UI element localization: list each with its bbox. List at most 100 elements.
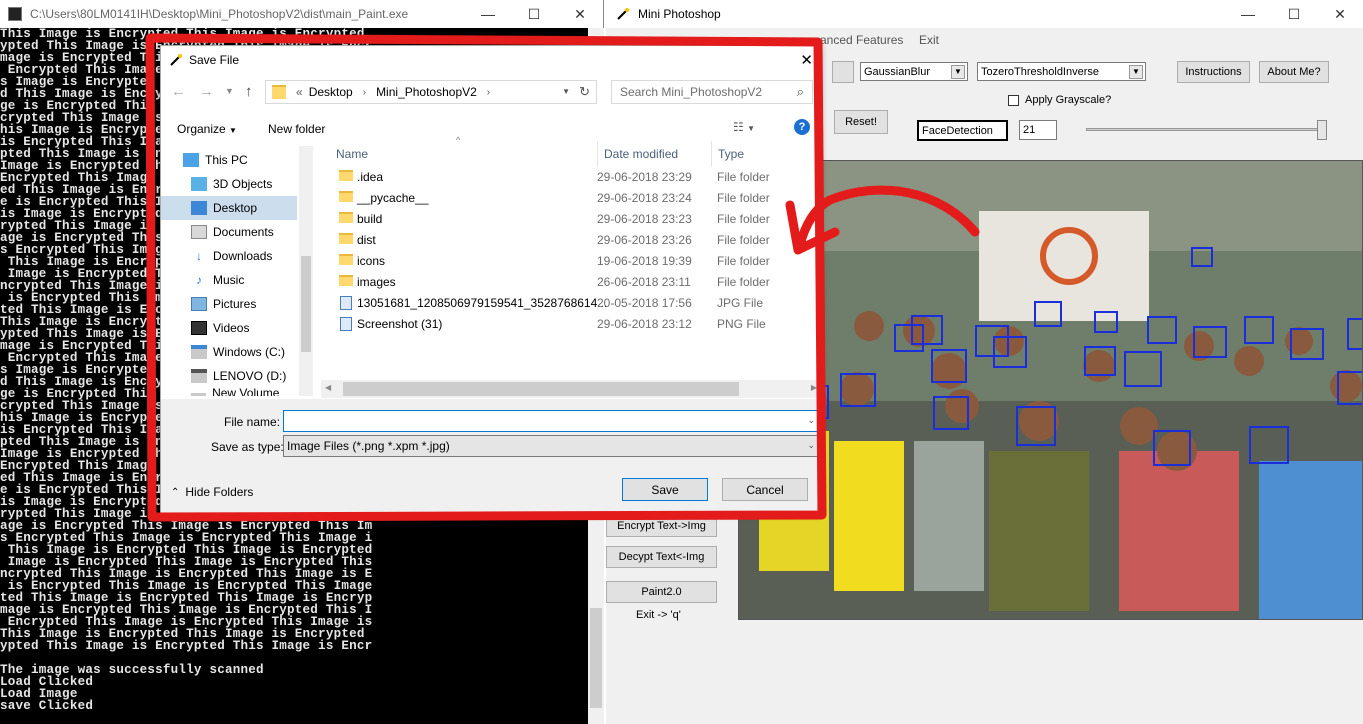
file-row[interactable]: build 29-06-2018 23:23 File folder	[321, 209, 821, 230]
view-options-icon[interactable]: ☷ ▼	[733, 120, 755, 134]
address-bar[interactable]: « Desktop › Mini_PhotoshopV2 › ▼ ↻	[265, 80, 597, 104]
menu-exit[interactable]: Exit	[919, 33, 939, 47]
forward-arrow-icon[interactable]: →	[199, 83, 214, 100]
organize-button[interactable]: Organize ▼	[177, 122, 237, 136]
save-type-value: Image Files (*.png *.xpm *.jpg)	[287, 439, 450, 453]
nav-desktop[interactable]: Desktop	[161, 196, 297, 220]
threshold-select[interactable]: TozeroThresholdInverse ▼	[977, 62, 1146, 81]
close-icon[interactable]: ✕	[557, 0, 603, 28]
file-name: build	[357, 212, 383, 226]
file-row[interactable]: 13051681_1208506979159541_3528768614... 2…	[321, 293, 821, 314]
threshold-slider[interactable]	[1086, 128, 1326, 131]
close-icon[interactable]: ✕	[800, 51, 813, 69]
encrypt-button[interactable]: Encrypt Text->Img	[606, 515, 717, 537]
chevron-down-icon[interactable]: ⌄	[807, 415, 815, 426]
save-button[interactable]: Save	[622, 478, 708, 501]
scroll-thumb[interactable]	[590, 608, 602, 708]
scroll-thumb[interactable]	[343, 382, 739, 396]
file-row[interactable]: icons 19-06-2018 19:39 File folder	[321, 251, 821, 272]
hide-folders-toggle[interactable]: ⌃ Hide Folders	[171, 485, 253, 499]
reset-button[interactable]: Reset!	[834, 110, 888, 134]
instructions-button[interactable]: Instructions	[1177, 61, 1250, 83]
console-line: ypted This Image is Encrypted This Image…	[0, 639, 373, 653]
threshold-select-value: TozeroThresholdInverse	[981, 65, 1100, 78]
file-row[interactable]: __pycache__ 29-06-2018 23:24 File folder	[321, 188, 821, 209]
grayscale-checkbox-row[interactable]: Apply Grayscale?	[1008, 94, 1111, 106]
nav-3d-objects[interactable]: 3D Objects	[161, 172, 297, 196]
column-type[interactable]: Type	[711, 141, 744, 167]
filelist-scrollbar[interactable]: ◀ ▶	[321, 380, 821, 398]
refresh-icon[interactable]: ↻	[579, 84, 590, 100]
file-row[interactable]: .idea 29-06-2018 23:29 File folder	[321, 167, 821, 188]
scroll-left-icon[interactable]: ◀	[325, 383, 331, 392]
minimize-icon[interactable]: —	[1225, 0, 1271, 28]
chevron-down-icon[interactable]: ▼	[225, 86, 234, 96]
help-icon[interactable]: ?	[794, 119, 810, 135]
new-folder-button[interactable]: New folder	[268, 122, 325, 136]
file-type: File folder	[717, 212, 770, 226]
paint-button[interactable]: Paint2.0	[606, 581, 717, 603]
maximize-icon[interactable]: ☐	[511, 0, 557, 28]
chevron-right-icon: ›	[486, 86, 491, 98]
cancel-button[interactable]: Cancel	[722, 478, 808, 501]
grayscale-checkbox[interactable]	[1008, 94, 1019, 106]
nav-windows-c[interactable]: Windows (C:)	[161, 340, 297, 364]
file-date: 19-06-2018 19:39	[597, 254, 692, 268]
face-box	[1191, 247, 1213, 267]
nav-label: Windows (C:)	[213, 345, 286, 359]
nav-new-volume-e[interactable]: New Volume (E:)	[161, 386, 297, 396]
breadcrumb-folder[interactable]: Mini_PhotoshopV2	[376, 85, 477, 99]
breadcrumb-desktop[interactable]: Desktop	[309, 85, 353, 99]
chevron-down-icon: ▼	[951, 65, 965, 79]
maximize-icon[interactable]: ☐	[1271, 0, 1317, 28]
partial-button[interactable]	[832, 61, 854, 83]
navpane-scrollbar[interactable]	[299, 146, 313, 396]
slider-value-field[interactable]: 21	[1019, 120, 1057, 140]
file-row[interactable]: images 26-06-2018 23:11 File folder	[321, 272, 821, 293]
file-date: 20-05-2018 17:56	[597, 296, 692, 310]
organize-label: Organize	[177, 122, 226, 136]
up-arrow-icon[interactable]: ↑	[245, 83, 253, 100]
minimize-icon[interactable]: —	[465, 0, 511, 28]
nav-downloads[interactable]: ↓ Downloads	[161, 244, 297, 268]
nav-videos[interactable]: Videos	[161, 316, 297, 340]
navpane-scroll-thumb[interactable]	[301, 256, 311, 352]
nav-music[interactable]: ♪ Music	[161, 268, 297, 292]
detection-field[interactable]: FaceDetection	[917, 120, 1008, 141]
column-name[interactable]: Name	[336, 141, 368, 167]
about-button[interactable]: About Me?	[1259, 61, 1329, 83]
scroll-right-icon[interactable]: ▶	[811, 383, 817, 392]
search-input[interactable]: Search Mini_PhotoshopV2 ⌕	[611, 80, 813, 104]
decrypt-button[interactable]: Decypt Text<-Img	[606, 546, 717, 568]
menu-advanced-features[interactable]: anced Features	[820, 33, 903, 47]
file-type: PNG File	[717, 317, 766, 331]
blur-select[interactable]: GaussianBlur ▼	[860, 62, 968, 81]
nav-lenovo-d[interactable]: LENOVO (D:)	[161, 364, 297, 388]
file-date: 29-06-2018 23:26	[597, 233, 692, 247]
nav-this-pc[interactable]: This PC	[161, 148, 297, 172]
chevron-down-icon: ▼	[229, 126, 237, 135]
chevron-down-icon[interactable]: ▼	[562, 87, 570, 96]
file-type: File folder	[717, 233, 770, 247]
chevron-up-icon: ⌃	[171, 486, 180, 498]
dialog-title: Save File	[189, 53, 240, 67]
nav-documents[interactable]: Documents	[161, 220, 297, 244]
close-icon[interactable]: ✕	[1317, 0, 1363, 28]
face-box	[1147, 316, 1177, 344]
file-row[interactable]: dist 29-06-2018 23:26 File folder	[321, 230, 821, 251]
face-box	[931, 349, 967, 383]
back-arrow-icon[interactable]: ←	[171, 83, 186, 100]
face-box	[840, 373, 876, 407]
file-row[interactable]: Screenshot (31) 29-06-2018 23:12 PNG File	[321, 314, 821, 335]
file-name-input[interactable]: ⌄	[283, 410, 820, 432]
drive-icon	[191, 369, 207, 383]
save-type-select[interactable]: Image Files (*.png *.xpm *.jpg) ⌄	[283, 435, 820, 457]
navigation-pane: This PC 3D Objects Desktop Documents ↓ Do…	[161, 146, 313, 396]
image-canvas[interactable]	[738, 160, 1363, 620]
slider-handle[interactable]	[1317, 120, 1327, 140]
folder-icon	[339, 275, 353, 286]
music-icon: ♪	[196, 273, 202, 287]
folder-icon	[339, 254, 353, 265]
column-date[interactable]: Date modified	[597, 141, 678, 167]
nav-pictures[interactable]: Pictures	[161, 292, 297, 316]
